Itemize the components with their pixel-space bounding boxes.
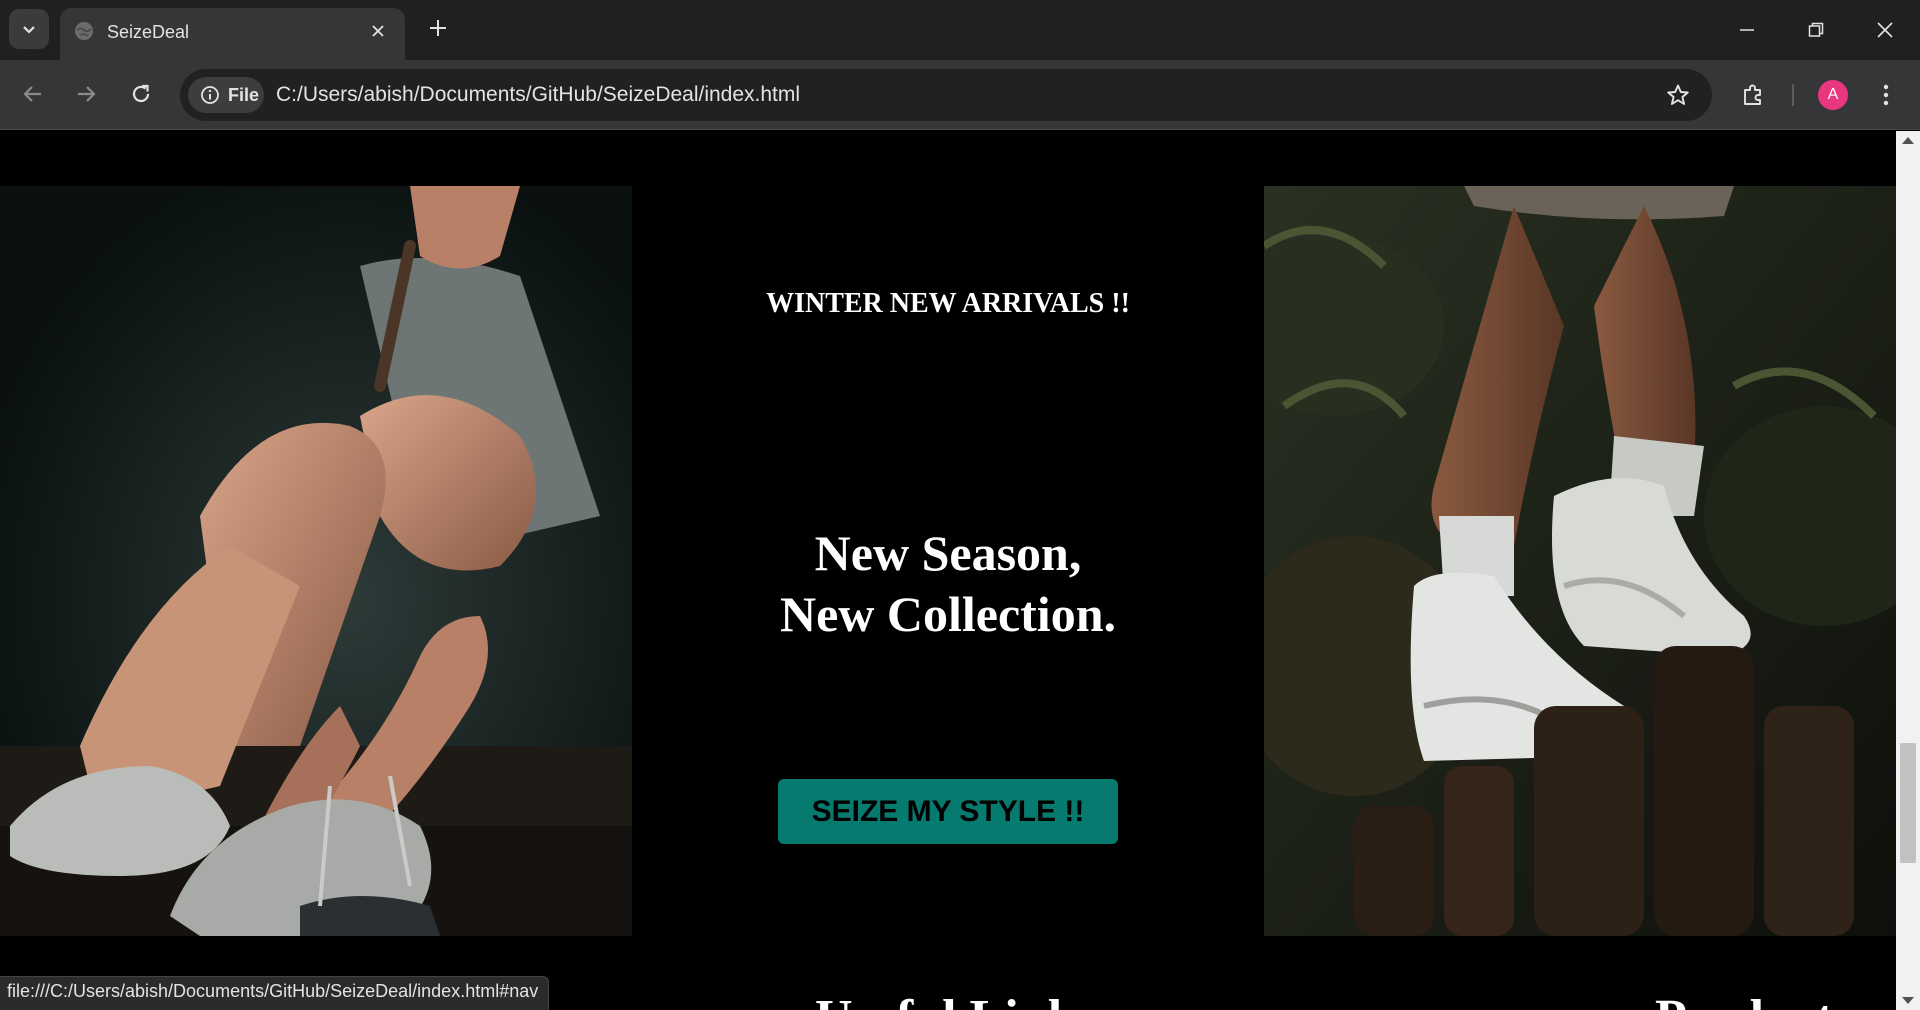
minimize-icon [1740, 29, 1754, 31]
scrollbar-thumb[interactable] [1900, 743, 1916, 863]
restore-button[interactable] [1796, 10, 1836, 50]
info-icon [201, 86, 219, 104]
headline-line-1: New Season, [814, 525, 1082, 581]
headline-line-2: New Collection. [779, 586, 1117, 642]
products-heading: Products [1655, 989, 1853, 1010]
globe-icon [75, 22, 93, 40]
white-high-top-sneakers-photo [1264, 186, 1896, 936]
forward-button[interactable] [68, 76, 104, 112]
scroll-down-arrow-icon[interactable] [1902, 997, 1914, 1004]
puzzle-icon [1744, 84, 1761, 105]
new-tab-button[interactable] [424, 14, 452, 42]
tab-strip: SeizeDeal [0, 0, 1920, 60]
arrow-right-icon [78, 86, 96, 102]
tab-title: SeizeDeal [107, 22, 190, 42]
page-scrollbar[interactable] [1896, 131, 1920, 1010]
site-info-chip[interactable]: File [188, 77, 264, 113]
plus-icon [430, 20, 446, 36]
url-text[interactable]: C:/Users/abish/Documents/GitHub/SeizeDea… [276, 83, 800, 107]
restore-icon [1808, 22, 1824, 37]
active-tab[interactable]: SeizeDeal [60, 8, 405, 60]
reload-icon [132, 84, 150, 103]
address-bar[interactable]: File C:/Users/abish/Documents/GitHub/Sei… [180, 69, 1712, 121]
menu-button[interactable] [1868, 77, 1904, 113]
browser-toolbar: File C:/Users/abish/Documents/GitHub/Sei… [0, 60, 1920, 130]
arrow-left-icon [23, 86, 41, 102]
woman-tying-sneakers-photo [0, 186, 632, 936]
close-window-button[interactable] [1865, 10, 1905, 50]
chevron-down-icon [23, 26, 35, 34]
close-icon [1877, 22, 1893, 38]
useful-links-heading: Useful Links [815, 989, 1097, 1010]
toolbar-separator [1792, 84, 1794, 106]
site-info-label: File [228, 84, 260, 105]
minimize-button[interactable] [1727, 10, 1767, 50]
page-viewport: WINTER NEW ARRIVALS !! New Season, New C… [0, 131, 1896, 1010]
tab-close-button[interactable] [365, 18, 391, 44]
hero-center: WINTER NEW ARRIVALS !! New Season, New C… [632, 131, 1264, 1010]
scroll-up-arrow-icon[interactable] [1902, 137, 1914, 144]
kebab-menu-icon [1883, 84, 1889, 106]
close-icon [372, 25, 384, 37]
star-icon [1667, 84, 1689, 105]
back-button[interactable] [15, 76, 51, 112]
hero-headline: New Season, New Collection. [632, 523, 1264, 645]
bookmark-button[interactable] [1664, 81, 1692, 109]
seize-my-style-button[interactable]: SEIZE MY STYLE !! [778, 779, 1118, 844]
reload-button[interactable] [123, 76, 159, 112]
tab-search-button[interactable] [9, 9, 49, 49]
profile-avatar[interactable]: A [1818, 80, 1848, 110]
extensions-button[interactable] [1735, 77, 1771, 113]
link-status-bar: file:///C:/Users/abish/Documents/GitHub/… [0, 976, 550, 1010]
hero-kicker: WINTER NEW ARRIVALS !! [766, 288, 1130, 319]
